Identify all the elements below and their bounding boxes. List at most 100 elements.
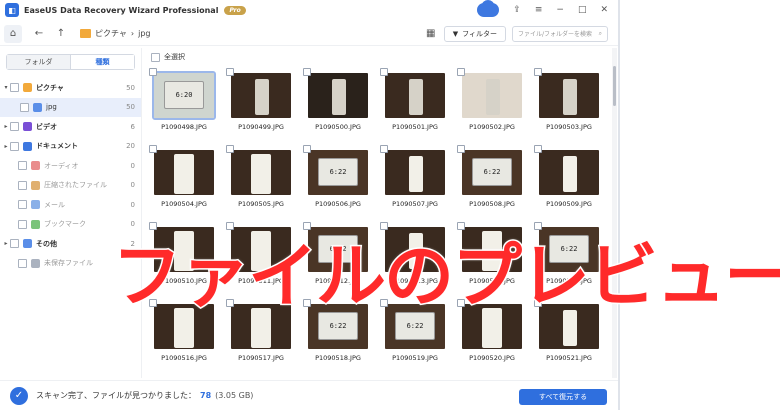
file-checkbox[interactable] [380,222,388,230]
file-tile[interactable]: P1090505.JPG [226,145,296,217]
sidebar-item-3[interactable]: ▸ ドキュメント 20 [0,137,141,157]
thumbnail-image[interactable] [539,150,599,195]
file-checkbox[interactable] [226,222,234,230]
file-name: P1090506.JPG [315,200,361,208]
file-tile[interactable]: P1090499.JPG [226,68,296,140]
file-name: P1090520.JPG [469,354,515,362]
upload-icon[interactable]: ⇪ [513,5,521,15]
file-tile[interactable]: P1090501.JPG [380,68,450,140]
sidebar-checkbox[interactable] [18,200,27,210]
sidebar-item-label: ドキュメント [36,142,78,151]
sidebar-checkbox[interactable] [18,161,27,171]
file-checkbox[interactable] [303,68,311,76]
select-all[interactable]: 全選択 [151,52,185,62]
file-checkbox[interactable] [380,145,388,153]
file-checkbox[interactable] [457,68,465,76]
file-checkbox[interactable] [380,68,388,76]
clock-display: 6:20 [164,81,204,109]
thumbnail-image[interactable] [231,73,291,118]
sidebar-checkbox[interactable] [10,122,19,132]
tab-type[interactable]: 種類 [70,55,134,69]
restore-all-button[interactable]: すべて復元する [519,389,607,405]
tab-folder[interactable]: フォルダ [7,55,70,69]
thumbnail-image[interactable] [308,73,368,118]
thumbnail-image[interactable]: 6:22 [308,150,368,195]
file-checkbox[interactable] [226,145,234,153]
file-tile[interactable]: P1090507.JPG [380,145,450,217]
file-tile[interactable]: 6:20 P1090498.JPG [149,68,219,140]
sidebar-checkbox[interactable] [20,102,29,112]
expand-arrow-icon[interactable]: ▸ [2,240,10,247]
expand-arrow-icon[interactable]: ▸ [2,123,10,130]
scrollbar[interactable] [612,48,617,378]
sidebar-item-count: 6 [130,122,135,131]
thumbnail-image[interactable]: 6:20 [152,71,216,120]
file-name: P1090505.JPG [238,200,284,208]
file-checkbox[interactable] [226,68,234,76]
file-checkbox[interactable] [457,222,465,230]
menu-icon[interactable]: ≡ [535,5,543,15]
thumbnail-image[interactable] [462,73,522,118]
category-icon [23,122,32,132]
sidebar-item-label: 圧縮されたファイル [44,181,107,190]
thumbnail-image[interactable] [154,150,214,195]
back-button[interactable]: ← [30,25,48,43]
category-icon [31,161,40,171]
expand-arrow-icon[interactable]: ▾ [2,84,10,91]
title-bar: ◧ EaseUS Data Recovery Wizard Profession… [0,0,618,20]
file-tile[interactable]: P1090502.JPG [457,68,527,140]
file-checkbox[interactable] [149,222,157,230]
file-name: P1090504.JPG [161,200,207,208]
scrollbar-thumb[interactable] [613,66,616,106]
folder-icon [80,29,91,38]
expand-arrow-icon[interactable]: ▸ [2,143,10,150]
minimize-icon[interactable]: − [556,5,564,15]
sidebar-item-5[interactable]: 圧縮されたファイル 0 [0,176,141,196]
file-checkbox[interactable] [534,68,542,76]
select-all-checkbox[interactable] [151,52,160,62]
breadcrumb-pictures[interactable]: ピクチャ [95,28,127,39]
sidebar-checkbox[interactable] [18,180,27,190]
file-checkbox[interactable] [303,145,311,153]
cloud-icon[interactable] [477,0,500,17]
file-tile[interactable]: P1090503.JPG [534,68,604,140]
filter-button[interactable]: ▼ フィルター [443,25,506,42]
file-tile[interactable]: 6:22 P1090506.JPG [303,145,373,217]
sidebar-item-1[interactable]: jpg 50 [0,97,141,117]
thumbnail-image[interactable] [231,150,291,195]
thumbnail-image[interactable] [539,73,599,118]
thumbnail-image[interactable]: 6:22 [462,150,522,195]
sidebar-item-2[interactable]: ▸ ビデオ 6 [0,117,141,137]
grid-view-icon[interactable]: ▦ [424,27,438,41]
sidebar-checkbox[interactable] [10,83,19,93]
file-tile[interactable]: P1090509.JPG [534,145,604,217]
sidebar-item-0[interactable]: ▾ ピクチャ 50 [0,78,141,98]
maximize-icon[interactable]: □ [578,5,587,15]
up-button[interactable]: ↑ [52,25,70,43]
file-checkbox[interactable] [534,145,542,153]
file-checkbox[interactable] [149,145,157,153]
file-checkbox[interactable] [534,222,542,230]
file-checkbox[interactable] [303,222,311,230]
close-icon[interactable]: ✕ [600,5,608,15]
sidebar-checkbox[interactable] [10,141,19,151]
file-checkbox[interactable] [149,68,157,76]
sidebar-item-4[interactable]: オーディオ 0 [0,156,141,176]
sidebar-checkbox[interactable] [10,239,19,249]
file-tile[interactable]: P1090500.JPG [303,68,373,140]
home-button[interactable]: ⌂ [4,24,22,43]
sidebar-item-6[interactable]: メール 0 [0,195,141,215]
breadcrumb-jpg[interactable]: jpg [138,29,150,38]
search-input[interactable]: ファイル/フォルダーを検索 ⌕ [512,25,608,42]
sidebar-item-label: オーディオ [44,161,79,170]
file-checkbox[interactable] [457,145,465,153]
file-tile[interactable]: P1090504.JPG [149,145,219,217]
file-name: P1090509.JPG [546,200,592,208]
sidebar-checkbox[interactable] [18,219,27,229]
sidebar-checkbox[interactable] [18,258,27,268]
file-name: P1090500.JPG [315,123,361,131]
file-tile[interactable]: 6:22 P1090508.JPG [457,145,527,217]
thumbnail-image[interactable] [385,73,445,118]
sidebar-item-7[interactable]: ブックマーク 0 [0,215,141,235]
thumbnail-image[interactable] [385,150,445,195]
